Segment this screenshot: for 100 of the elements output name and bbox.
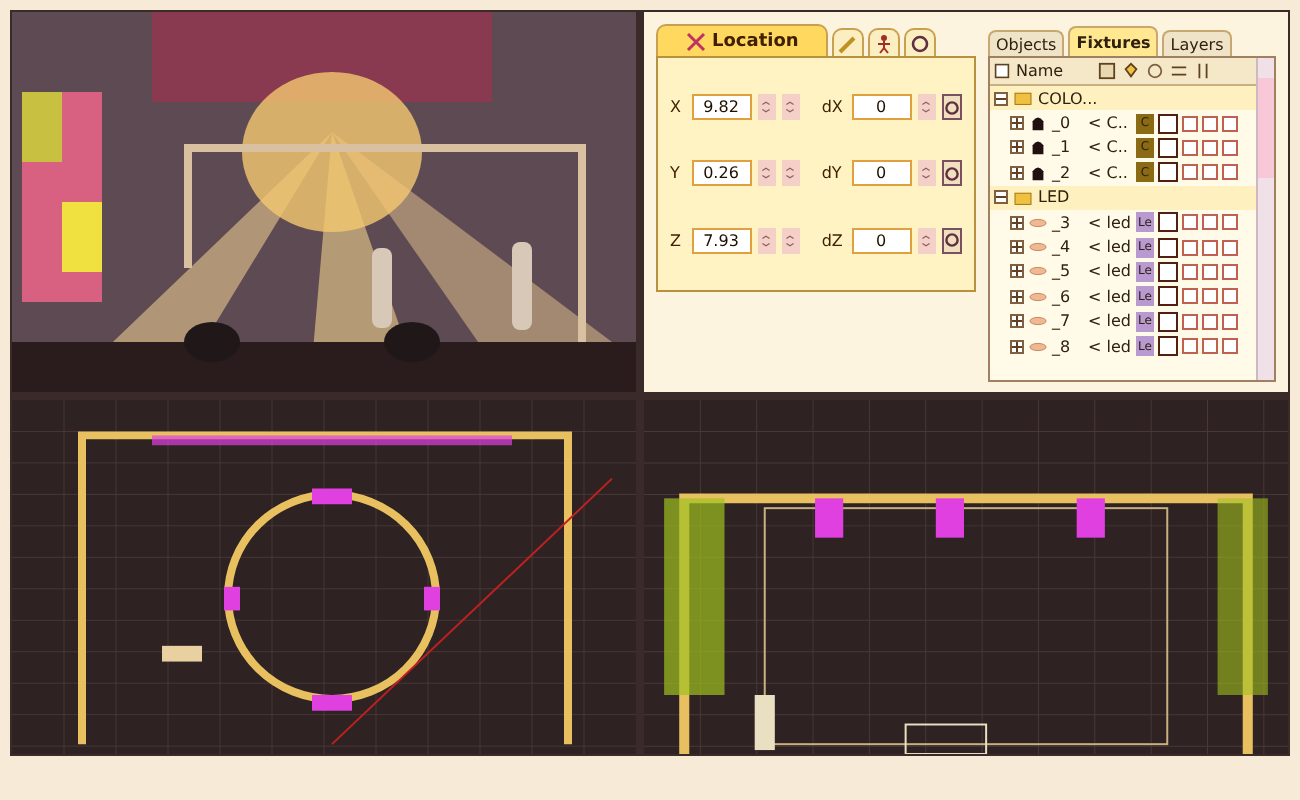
figure-tab[interactable] [868,28,901,56]
fixture-name: _1 [1052,138,1073,157]
checkbox[interactable] [1158,113,1178,134]
rotate-tab[interactable] [904,28,937,56]
checkbox[interactable] [1182,338,1198,355]
scrollbar[interactable] [1256,58,1274,380]
checkbox[interactable] [1202,139,1218,156]
spin-button[interactable] [757,94,776,121]
checkbox[interactable] [1222,139,1238,156]
expand-toggle[interactable] [1010,314,1024,329]
circle-icon [1146,62,1164,80]
spin-button[interactable] [757,227,776,254]
spin-button[interactable] [781,94,800,121]
fixture-name: _7 [1052,312,1073,331]
fixture-type: < led [1088,262,1132,281]
location-tab[interactable]: Location [656,24,829,56]
expand-toggle[interactable] [1010,140,1024,155]
fixture-name: _3 [1052,213,1073,232]
spinner-icon [760,98,773,117]
spinner-icon [920,164,933,183]
apply-button[interactable] [941,160,963,187]
checkbox[interactable] [1158,261,1178,282]
group-name: COLO... [1038,89,1098,108]
expand-toggle[interactable] [1010,264,1024,279]
expand-toggle[interactable] [1010,215,1024,230]
checkbox[interactable] [1202,338,1218,355]
spin-button[interactable] [781,227,800,254]
checkbox[interactable] [1182,263,1198,280]
checkbox[interactable] [1222,338,1238,355]
collapse-toggle[interactable] [994,190,1008,205]
delta-field[interactable]: 0 [851,94,912,121]
apply-button[interactable] [941,94,963,121]
spinner-icon [784,231,797,250]
delta-label: dX [821,98,845,117]
expand-toggle[interactable] [1010,240,1024,255]
fixture-type: < C.. [1088,138,1130,157]
spin-button[interactable] [917,227,936,254]
expand-toggle[interactable] [1010,289,1024,304]
axis-label: Z [670,231,683,250]
collapse-toggle[interactable] [994,91,1008,106]
folder-icon [1012,90,1034,107]
pencil-icon [838,33,859,53]
expand-toggle[interactable] [1010,165,1024,180]
coordinate-field[interactable]: 9.82 [691,94,751,121]
spin-button[interactable] [757,160,776,187]
delta-field[interactable]: 0 [851,227,912,254]
checkbox[interactable] [1182,115,1198,132]
checkbox[interactable] [1182,288,1198,305]
spin-button[interactable] [917,160,936,187]
panel-tab[interactable]: Objects [988,30,1065,56]
checkbox[interactable] [1202,263,1218,280]
checkbox[interactable] [1182,214,1198,231]
panel-tab[interactable]: Fixtures [1068,26,1159,56]
expand-toggle[interactable] [1010,116,1024,131]
checkbox[interactable] [1202,313,1218,330]
checkbox[interactable] [1182,239,1198,256]
axis-label: X [670,98,683,117]
fixture-type: < led [1088,337,1132,356]
checkbox[interactable] [1158,237,1178,258]
delta-label: dY [821,164,844,183]
checkbox[interactable] [1182,164,1198,181]
checkbox[interactable] [1158,162,1178,183]
fixture-name: _2 [1052,163,1073,182]
panel-tab[interactable]: Layers [1162,30,1232,56]
axes-icon [686,31,706,51]
checkbox[interactable] [1182,139,1198,156]
checkbox[interactable] [1222,263,1238,280]
rotate-icon [943,165,960,182]
checkbox[interactable] [1158,336,1178,357]
spinner-icon [920,231,933,250]
checkbox[interactable] [1222,313,1238,330]
checkbox[interactable] [1158,137,1178,158]
group-row[interactable]: COLO... [990,86,1256,111]
checkbox[interactable] [1182,313,1198,330]
group-row[interactable]: LED [990,185,1256,210]
checkbox[interactable] [1202,288,1218,305]
fixture-name: _0 [1052,114,1073,133]
checkbox[interactable] [1222,239,1238,256]
checkbox[interactable] [1222,164,1238,181]
rotate-icon [943,99,960,116]
checkbox[interactable] [1222,115,1238,132]
checkbox[interactable] [1158,212,1178,233]
expand-toggle[interactable] [1010,339,1024,354]
checkbox[interactable] [1158,311,1178,332]
coordinate-field[interactable]: 7.93 [691,227,751,254]
spin-button[interactable] [917,94,936,121]
spinner-icon [784,164,797,183]
coordinate-field[interactable]: 0.26 [691,160,751,187]
checkbox[interactable] [1202,115,1218,132]
checkbox[interactable] [1222,214,1238,231]
fixture-type: < led [1088,312,1132,331]
checkbox[interactable] [1158,286,1178,307]
fixture-name: _4 [1052,238,1073,257]
checkbox[interactable] [1202,239,1218,256]
spin-button[interactable] [781,160,800,187]
apply-button[interactable] [941,227,963,254]
checkbox[interactable] [1222,288,1238,305]
delta-field[interactable]: 0 [851,160,912,187]
checkbox[interactable] [1202,164,1218,181]
checkbox[interactable] [1202,214,1218,231]
